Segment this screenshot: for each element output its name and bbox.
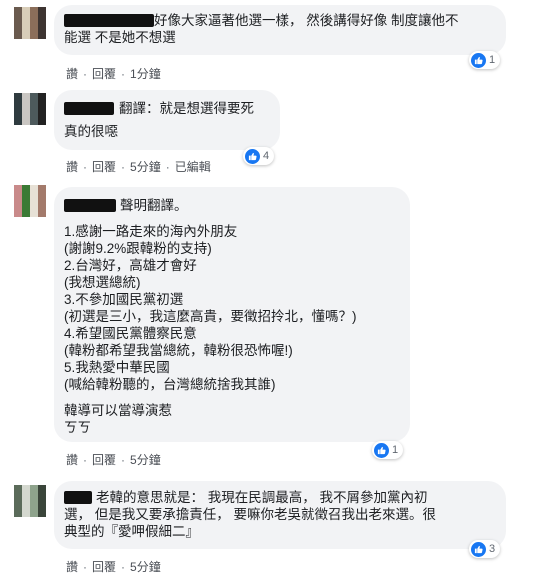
reply-link[interactable]: 回覆 — [92, 560, 116, 574]
separator-dot: · — [121, 453, 126, 467]
comment-actions: 讚 · 回覆 · 1分鐘 — [66, 65, 161, 82]
comment-text-line: (韓粉都希望我當總統，韓粉很恐怖喔!) — [64, 343, 293, 358]
reaction-number: 4 — [263, 150, 270, 162]
separator-dot: · — [165, 160, 170, 174]
redacted-author-name[interactable] — [64, 102, 114, 115]
like-link[interactable]: 讚 — [66, 160, 78, 174]
comment-text-line: 能選 不是她不想選 — [64, 30, 176, 45]
comment-bubble: 聲明翻譯。 1.感謝一路走來的海內外朋友 (謝謝9.2%跟韓粉的支持) 2.台灣… — [54, 187, 410, 442]
timestamp-link[interactable]: 5分鐘 — [130, 160, 161, 174]
timestamp-link[interactable]: 5分鐘 — [130, 560, 161, 574]
comment-text-line: 真的很噁 — [64, 124, 118, 139]
reaction-count[interactable]: 1 — [469, 51, 501, 69]
reply-link[interactable]: 回覆 — [92, 67, 116, 81]
reaction-number: 3 — [489, 543, 496, 555]
separator-dot: · — [83, 453, 88, 467]
avatar[interactable] — [14, 7, 46, 39]
comment-text-line: 3.不參加國民黨初選 — [64, 292, 184, 307]
timestamp-link[interactable]: 5分鐘 — [130, 453, 161, 467]
avatar[interactable] — [14, 485, 46, 517]
comment-text-line: 選， 但是我又要承擔責任， 要嘛你老吳就徵召我出老來選。很 — [64, 507, 437, 522]
comment-bubble: 翻譯：就是想選得要死 真的很噁 — [54, 90, 280, 150]
reply-link[interactable]: 回覆 — [92, 453, 116, 467]
like-thumb-icon — [245, 148, 260, 164]
comment-actions: 讚 · 回覆 · 5分鐘 — [66, 451, 161, 468]
comment-text-line: 韓導可以當導演惹 — [64, 403, 172, 418]
edited-link[interactable]: 已編輯 — [175, 160, 211, 174]
separator-dot: · — [121, 67, 126, 81]
comment-text-line: 1.感謝一路走來的海內外朋友 — [64, 224, 238, 239]
comment-text-line: (謝謝9.2%跟韓粉的支持) — [64, 241, 212, 256]
reaction-number: 1 — [392, 444, 399, 456]
comment-text-line: (初選是三小，我這麼高貴，要徵招拎北，懂嗎？) — [64, 309, 357, 324]
separator-dot: · — [121, 560, 126, 574]
comment-text-line: 老韓的意思就是： 我現在民調最高， 我不屑參加黨內初 — [96, 490, 428, 505]
like-thumb-icon — [374, 442, 389, 458]
comment-text-line: 好像大家逼著他選一樣， 然後講得好像 制度讓他不 — [154, 13, 459, 28]
redacted-author-name[interactable] — [64, 491, 92, 504]
reaction-count[interactable]: 1 — [372, 441, 404, 459]
avatar[interactable] — [14, 185, 46, 217]
comment-actions: 讚 · 回覆 · 5分鐘 · 已編輯 — [66, 158, 211, 175]
comment-text-line: 4.希望國民黨體察民意 — [64, 326, 197, 341]
redacted-author-name[interactable] — [64, 199, 116, 212]
like-link[interactable]: 讚 — [66, 453, 78, 467]
separator-dot: · — [83, 67, 88, 81]
reaction-count[interactable]: 4 — [243, 147, 275, 165]
reply-link[interactable]: 回覆 — [92, 160, 116, 174]
comment-text-line: 2.台灣好，高雄才會好 — [64, 258, 197, 273]
separator-dot: · — [83, 560, 88, 574]
timestamp-link[interactable]: 1分鐘 — [130, 67, 161, 81]
like-link[interactable]: 讚 — [66, 67, 78, 81]
redacted-author-name[interactable] — [64, 14, 154, 27]
comment-text-line: 典型的『愛呷假細二』 — [64, 524, 199, 539]
separator-dot: · — [121, 160, 126, 174]
like-thumb-icon — [471, 541, 486, 557]
reaction-count[interactable]: 3 — [469, 540, 501, 558]
separator-dot: · — [83, 160, 88, 174]
comment-text-line: 5.我熱愛中華民國 — [64, 360, 170, 375]
comment-bubble: 老韓的意思就是： 我現在民調最高， 我不屑參加黨內初 選， 但是我又要承擔責任，… — [54, 481, 506, 549]
comment-actions: 讚 · 回覆 · 5分鐘 — [66, 558, 161, 575]
like-thumb-icon — [471, 52, 486, 68]
comment-text-line: (我想選總統) — [64, 275, 141, 290]
comment-text-line: 聲明翻譯。 — [120, 198, 188, 213]
avatar[interactable] — [14, 93, 46, 125]
like-link[interactable]: 讚 — [66, 560, 78, 574]
comment-bubble: 好像大家逼著他選一樣， 然後講得好像 制度讓他不 能選 不是她不想選 — [54, 5, 506, 55]
reaction-number: 1 — [489, 54, 496, 66]
comment-text-line: ㄎㄎ — [64, 420, 91, 435]
comment-text-line: (喊給韓粉聽的，台灣總統捨我其誰) — [64, 377, 276, 392]
comment-text-line: 翻譯：就是想選得要死 — [119, 101, 254, 116]
